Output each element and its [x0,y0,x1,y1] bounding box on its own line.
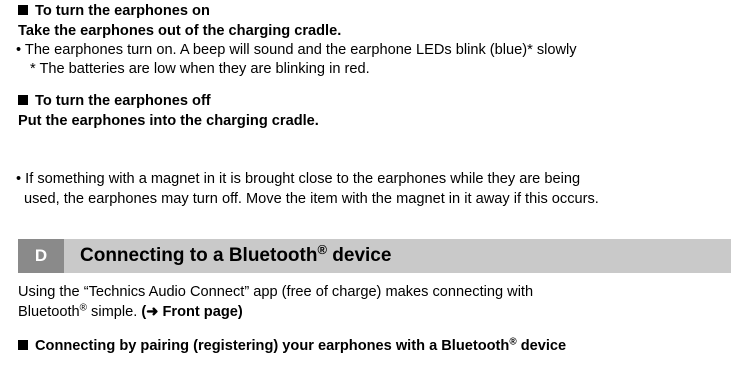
magnet-note-line1: • If something with a magnet in it is br… [16,171,581,187]
intro-line1: Using the “Technics Audio Connect” app (… [18,284,534,300]
turn-off-heading: To turn the earphones off [18,93,211,110]
registered-mark: ® [317,241,327,257]
square-bullet-icon [18,340,28,350]
turn-on-heading: To turn the earphones on [18,3,210,20]
registered-mark: ® [509,336,517,348]
square-bullet-icon [18,5,28,15]
turn-on-instruction: Take the earphones out of the charging c… [18,23,342,39]
turn-on-bullet: • The earphones turn on. A beep will sou… [16,42,577,58]
turn-on-heading-text: To turn the earphones on [35,3,210,19]
turn-on-footnote: * The batteries are low when they are bl… [30,61,370,77]
pairing-heading-text: Connecting by pairing (registering) your… [35,338,510,354]
section-letter-badge: D [18,239,64,273]
intro-simple: simple. [86,304,142,320]
turn-off-heading-text: To turn the earphones off [35,93,211,109]
square-bullet-icon [18,95,28,105]
intro-line2: Bluetooth® simple. (➜ Front page) [18,302,243,321]
turn-off-instruction: Put the earphones into the charging crad… [18,113,319,129]
front-page-reference: (➜ Front page) [141,304,243,320]
pairing-heading: Connecting by pairing (registering) your… [18,336,567,355]
pairing-heading-suffix: device [516,338,567,354]
section-title-suffix: device [327,245,392,266]
intro-bluetooth: Bluetooth [18,304,80,320]
section-banner: D Connecting to a Bluetooth® device [18,239,731,273]
section-title-text: Connecting to a Bluetooth [80,245,318,266]
section-title: Connecting to a Bluetooth® device [80,239,391,273]
registered-mark: ® [79,302,87,314]
magnet-note-line2: used, the earphones may turn off. Move t… [24,191,599,207]
